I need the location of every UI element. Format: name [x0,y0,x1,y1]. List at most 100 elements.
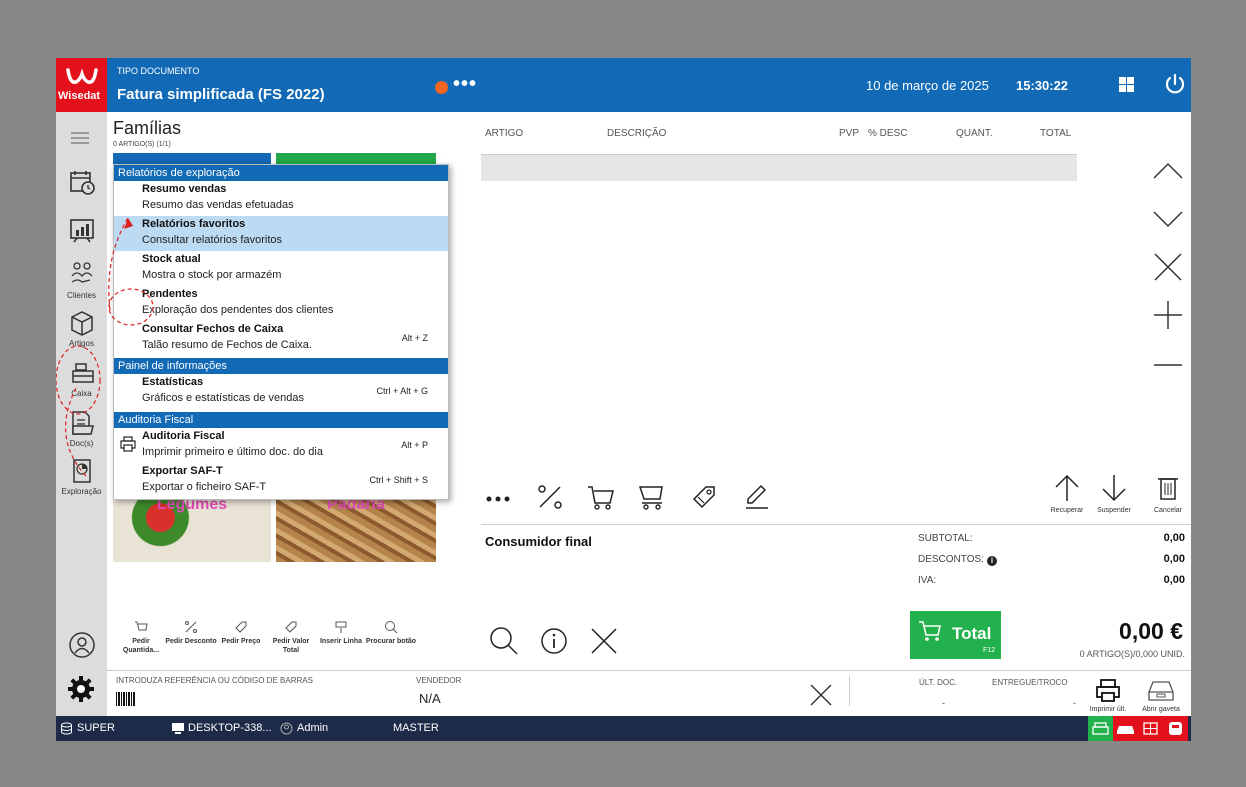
windows-icon[interactable] [1119,77,1134,92]
trash-icon [1158,478,1178,500]
drawer-status-icon [1117,726,1134,734]
cancelar-button[interactable]: Cancelar [1147,473,1189,514]
price-tag-icon[interactable] [690,483,718,511]
menu-item-desc: Mostra o stock por armazém [142,269,282,281]
families-title: Famílias [113,118,182,138]
menu-item-fechos-caixa[interactable]: Consultar Fechos de Caixa Talão resumo d… [114,321,448,356]
rail-artigos[interactable]: Artigos [56,308,107,348]
info-circle-icon[interactable] [539,626,569,656]
col-pvp[interactable]: PVP [839,128,859,139]
col-descricao[interactable]: DESCRIÇÃO [607,128,666,139]
hamburger-menu-icon[interactable] [71,132,89,147]
col-total[interactable]: TOTAL [1040,128,1071,139]
power-icon[interactable] [1164,73,1186,95]
change-label: ENTREGUE/TROCO [992,678,1068,687]
user-circle-icon [68,632,95,658]
clear-input-icon[interactable] [809,683,833,707]
barcode-input-caption: INTRODUZA REFERÊNCIA OU CÓDIGO DE BARRAS [116,676,313,685]
totals-divider [481,524,1191,525]
families-count: 0 ARTIGO(S) (1/1) [113,141,171,148]
menu-item-desc: Resumo das vendas efetuadas [142,199,294,211]
family-actions: Pedir Quantida... Pedir Desconto Pedir P… [113,620,473,668]
vendedor-value[interactable]: N/A [419,691,441,706]
col-quant[interactable]: QUANT. [956,128,993,139]
menu-item-pendentes[interactable]: Pendentes Exploração dos pendentes dos c… [114,286,448,321]
menu-item-title: Auditoria Fiscal [142,430,225,442]
current-time: 15:30:22 [1016,78,1069,93]
cart-icon [135,621,148,631]
open-drawer-button[interactable]: Abrir gaveta [1139,678,1183,713]
wisedat-mark-icon [66,68,98,84]
edit-pencil-icon[interactable] [742,483,770,511]
rail-caixa[interactable]: Caixa [56,358,107,398]
insert-line-button[interactable]: Inserir Linha [315,620,367,646]
more-icon[interactable] [486,495,510,503]
col-desc[interactable]: % DESC [868,128,907,139]
database-icon [61,722,72,735]
menu-section-exploration: Relatórios de exploração [114,165,448,181]
rail-user[interactable] [56,630,107,661]
ask-discount-label: Pedir Desconto [165,638,217,645]
menu-item-relatorios-favoritos[interactable]: Relatórios favoritos Consultar relatório… [114,216,448,251]
menu-item-title: Stock atual [142,253,201,265]
close-icon[interactable] [1151,250,1185,284]
search-button-action[interactable]: Procurar botão [365,620,417,646]
rail-reports[interactable] [56,216,107,245]
status-display[interactable] [1138,716,1163,741]
menu-item-resumo-vendas[interactable]: Resumo vendas Resumo das vendas efetuada… [114,181,448,216]
ask-price-button[interactable]: Pedir Preço [215,620,267,646]
menu-item-estatisticas[interactable]: Estatísticas Gráficos e estatísticas de … [114,374,448,409]
ask-total-value-button[interactable]: Pedir Valor Total [265,620,317,655]
ask-discount-button[interactable]: Pedir Desconto [165,620,217,646]
rail-exploracao[interactable]: Exploração [56,456,107,496]
ask-total-value-label: Pedir Valor Total [272,638,310,654]
rail-calendar[interactable] [56,168,107,197]
rail-clientes[interactable]: Clientes [56,260,107,300]
info-icon[interactable]: i [986,556,997,566]
plus-icon[interactable] [1151,298,1185,332]
more-options-icon[interactable]: ••• [453,73,477,96]
barcode-icon[interactable] [116,692,136,706]
suspender-button[interactable]: Suspender [1093,473,1135,514]
rail-exploracao-label: Exploração [61,487,102,496]
print-last-button[interactable]: Imprimir últ. [1086,678,1130,713]
subtotal-value: 0,00 [1163,532,1185,544]
recording-indicator [435,81,448,94]
open-drawer-label: Abrir gaveta [1142,706,1180,713]
cart-remove-icon[interactable] [638,483,666,511]
menu-item-desc: Consultar relatórios favoritos [142,234,283,246]
total-button-shortcut: F12 [982,647,995,654]
menu-item-stock-atual[interactable]: Stock atual Mostra o stock por armazém [114,251,448,286]
user-icon [280,722,293,735]
recuperar-button[interactable]: Recuperar [1046,473,1088,514]
menu-section-info-panel: Painel de informações [114,358,448,374]
ask-quantity-label: Pedir Quantida... [122,638,160,654]
arrow-up-icon [1055,474,1079,501]
percent-icon [185,621,197,633]
status-drawer[interactable] [1113,716,1138,741]
search-icon[interactable] [489,626,519,656]
col-artigo[interactable]: ARTIGO [485,128,523,139]
menu-item-shortcut: Alt + Z [401,333,428,343]
ask-quantity-button[interactable]: Pedir Quantida... [115,620,167,655]
menu-item-exportar-saft[interactable]: Exportar SAF-T Exportar o ficheiro SAF-T… [114,463,448,498]
doc-type-title[interactable]: Fatura simplificada (FS 2022) [117,86,325,103]
printer-status-icon [1092,722,1109,735]
report-chart-icon [72,459,91,483]
settings-gear-icon[interactable] [66,674,96,704]
rail-docs[interactable]: Doc(s) [56,408,107,448]
menu-item-auditoria-fiscal[interactable]: Auditoria Fiscal Imprimir primeiro e últ… [114,428,448,463]
percent-icon[interactable] [536,483,564,511]
grid-empty-row[interactable] [481,155,1077,181]
minus-icon[interactable] [1151,348,1185,382]
chevron-up-icon[interactable] [1151,154,1185,188]
wisedat-logo: Wisedat [56,58,107,112]
cart-icon[interactable] [586,483,616,511]
display-status-icon [1143,722,1158,735]
customer-name[interactable]: Consumidor final [485,534,592,549]
status-scale[interactable] [1163,716,1188,741]
close-icon[interactable] [589,626,619,656]
status-printer-ok[interactable] [1088,716,1113,741]
chevron-down-icon[interactable] [1151,200,1185,234]
total-button[interactable]: Total F12 [910,611,1001,659]
